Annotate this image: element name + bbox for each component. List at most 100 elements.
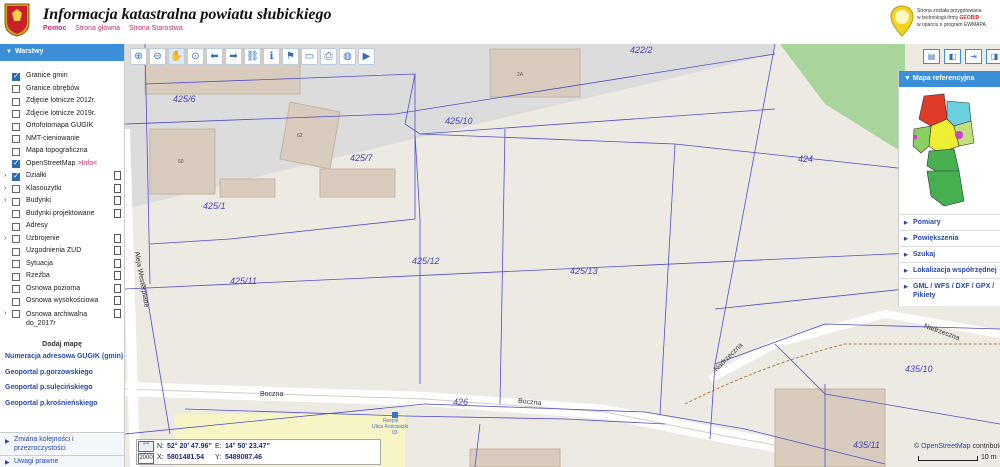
layer-checkbox[interactable] bbox=[12, 71, 20, 81]
layer-checkbox[interactable] bbox=[12, 197, 20, 206]
layer-checkbox[interactable] bbox=[12, 135, 20, 143]
back-arrow-icon[interactable]: ⬅ bbox=[206, 48, 223, 65]
layer-label[interactable]: Budynki bbox=[26, 197, 51, 204]
layer-label[interactable]: Rzeźba bbox=[26, 272, 50, 279]
layer-checkbox[interactable] bbox=[12, 171, 20, 181]
panel-export-formats[interactable]: ▶ GML / WFS / DXF / GPX / Pikiety bbox=[899, 278, 1000, 303]
layer-checkbox[interactable] bbox=[12, 122, 20, 131]
layer-label[interactable]: OpenStreetMap >Info< bbox=[26, 160, 97, 167]
expand-chevron-icon[interactable]: › bbox=[4, 185, 6, 192]
layer-label[interactable]: Zdjęcie lotnicze 2012r. bbox=[26, 97, 96, 104]
layer-label[interactable]: Zdjęcie lotnicze 2019r. bbox=[26, 110, 96, 117]
parcel-label: 425/12 bbox=[412, 256, 440, 266]
legend-document-icon[interactable] bbox=[114, 308, 121, 318]
layout-icon[interactable]: ▤ bbox=[923, 49, 940, 64]
layer-checkbox[interactable] bbox=[12, 147, 20, 156]
layer-row: Uzgodnienia ZUD bbox=[0, 246, 124, 259]
layer-checkbox[interactable] bbox=[12, 247, 20, 256]
layer-label[interactable]: Sytuacja bbox=[26, 260, 53, 267]
layer-checkbox[interactable] bbox=[12, 85, 20, 93]
layer-checkbox[interactable] bbox=[12, 235, 20, 243]
expand-chevron-icon[interactable]: › bbox=[4, 235, 6, 242]
help-link[interactable]: Pomoc bbox=[43, 25, 66, 32]
layer-row: Ortofotomapa GUGIK bbox=[0, 121, 124, 134]
panel-measurements[interactable]: ▶ Pomiary bbox=[899, 214, 1000, 230]
sidebar-right-icon[interactable]: ◨ bbox=[986, 49, 1000, 64]
geobid-logo-icon[interactable] bbox=[890, 5, 914, 37]
layers-header[interactable]: ▼ Warstwy bbox=[0, 44, 124, 61]
zoom-extent-icon[interactable]: ⊙ bbox=[187, 48, 204, 65]
crs-2000-toggle[interactable]: 2000 bbox=[138, 453, 154, 464]
link-geoportal-sulecinski[interactable]: Geoportal p.sulęcińskiego bbox=[5, 384, 93, 391]
legend-document-icon[interactable] bbox=[114, 208, 121, 218]
layer-label[interactable]: Osnowa pozioma bbox=[26, 285, 80, 292]
zoom-in-icon[interactable]: ⊕ bbox=[130, 48, 147, 65]
link-geoportal-gorzowski[interactable]: Geoportal p.gorzowskiego bbox=[5, 369, 93, 376]
office-link[interactable]: Strona Starostwa bbox=[129, 25, 183, 32]
layer-checkbox[interactable] bbox=[12, 210, 20, 218]
layer-label[interactable]: NMT-cieniowanie bbox=[26, 135, 80, 142]
pan-hand-icon[interactable]: ✋ bbox=[168, 48, 185, 65]
legend-document-icon[interactable] bbox=[114, 258, 121, 268]
legend-document-icon[interactable] bbox=[114, 246, 121, 255]
layer-order-panel[interactable]: ▶ Zmiana kolejności i przezroczystości bbox=[0, 432, 124, 454]
expand-chevron-icon[interactable]: › bbox=[4, 310, 6, 317]
sidebar-left-icon[interactable]: ◧ bbox=[944, 49, 961, 64]
layer-label[interactable]: Adresy bbox=[26, 222, 48, 229]
layer-label[interactable]: Mapa topograficzna bbox=[26, 147, 87, 154]
layer-checkbox[interactable] bbox=[12, 222, 20, 231]
layer-checkbox[interactable] bbox=[12, 285, 20, 293]
legend-document-icon[interactable] bbox=[114, 271, 121, 280]
expand-chevron-icon[interactable]: › bbox=[4, 172, 6, 179]
legend-document-icon[interactable] bbox=[114, 283, 121, 293]
layer-label[interactable]: Uzbrojenie bbox=[26, 235, 59, 242]
credit-line-2-brand[interactable]: GEOBID bbox=[960, 15, 980, 21]
layer-checkbox[interactable] bbox=[12, 272, 20, 281]
layer-label[interactable]: Osnowa wysokościowa bbox=[26, 297, 98, 304]
measure-icon[interactable]: ▭ bbox=[301, 48, 318, 65]
layer-checkbox[interactable] bbox=[12, 110, 20, 118]
layer-label[interactable]: Granice obrębów bbox=[26, 85, 79, 92]
panel-search[interactable]: ▶ Szukaj bbox=[899, 246, 1000, 262]
crs-degrees-toggle[interactable]: °'" bbox=[138, 441, 154, 452]
layer-checkbox[interactable] bbox=[12, 185, 20, 193]
legend-document-icon[interactable] bbox=[114, 233, 121, 243]
legend-document-icon[interactable] bbox=[114, 296, 121, 305]
legend-document-icon[interactable] bbox=[114, 183, 121, 193]
link-gugik-numbering[interactable]: Numeracja adresowa GUGIK (gmin) bbox=[5, 353, 123, 360]
layer-checkbox[interactable] bbox=[12, 260, 20, 268]
reference-map[interactable] bbox=[909, 91, 979, 211]
layer-checkbox[interactable] bbox=[12, 297, 20, 306]
layer-label[interactable]: Budynki projektowane bbox=[26, 210, 95, 217]
layer-label[interactable]: Osnowa archiwalna do_2017r bbox=[26, 310, 111, 328]
info-icon[interactable]: ℹ bbox=[263, 48, 280, 65]
map-canvas[interactable]: 425/6 425/10 422/2 425/7 424 425/1 425/1… bbox=[125, 44, 1000, 467]
video-icon[interactable]: ▶ bbox=[358, 48, 375, 65]
layer-checkbox[interactable] bbox=[12, 158, 20, 168]
layer-label[interactable]: Uzgodnienia ZUD bbox=[26, 247, 81, 254]
layer-info-link[interactable]: >Info< bbox=[77, 160, 97, 167]
layer-label[interactable]: Granice gmin bbox=[26, 72, 68, 79]
link-geoportal-krosnienski[interactable]: Geoportal p.krośnieńskiego bbox=[5, 400, 98, 407]
panel-coordinate-location[interactable]: ▶ Lokalizacja współrzędnej bbox=[899, 262, 1000, 278]
osm-link[interactable]: OpenStreetMap bbox=[921, 443, 970, 450]
layer-label[interactable]: Ortofotomapa GUGIK bbox=[26, 122, 93, 129]
layer-checkbox[interactable] bbox=[12, 310, 20, 318]
layer-checkbox[interactable] bbox=[12, 97, 20, 106]
layer-label[interactable]: Działki bbox=[26, 172, 47, 179]
home-link[interactable]: Strona główna bbox=[75, 25, 120, 32]
identify-icon[interactable]: ⚑ bbox=[282, 48, 299, 65]
legal-notes-panel[interactable]: ▶ Uwagi prawne bbox=[0, 455, 124, 467]
print-icon[interactable]: ⎙ bbox=[320, 48, 337, 65]
legend-document-icon[interactable] bbox=[114, 196, 121, 205]
export-icon[interactable]: ⇥ bbox=[965, 49, 982, 64]
zoom-out-icon[interactable]: ⊖ bbox=[149, 48, 166, 65]
expand-chevron-icon[interactable]: › bbox=[4, 197, 6, 204]
forward-arrow-icon[interactable]: ➡ bbox=[225, 48, 242, 65]
link-icon[interactable]: ⛓ bbox=[244, 48, 261, 65]
reference-map-header[interactable]: ▼ Mapa referencyjna bbox=[899, 71, 1000, 87]
panel-zooms[interactable]: ▶ Powiększenia bbox=[899, 230, 1000, 246]
legend-document-icon[interactable] bbox=[114, 171, 121, 180]
layer-label[interactable]: Klasoużytki bbox=[26, 185, 61, 192]
globe-icon[interactable]: ◍ bbox=[339, 48, 356, 65]
